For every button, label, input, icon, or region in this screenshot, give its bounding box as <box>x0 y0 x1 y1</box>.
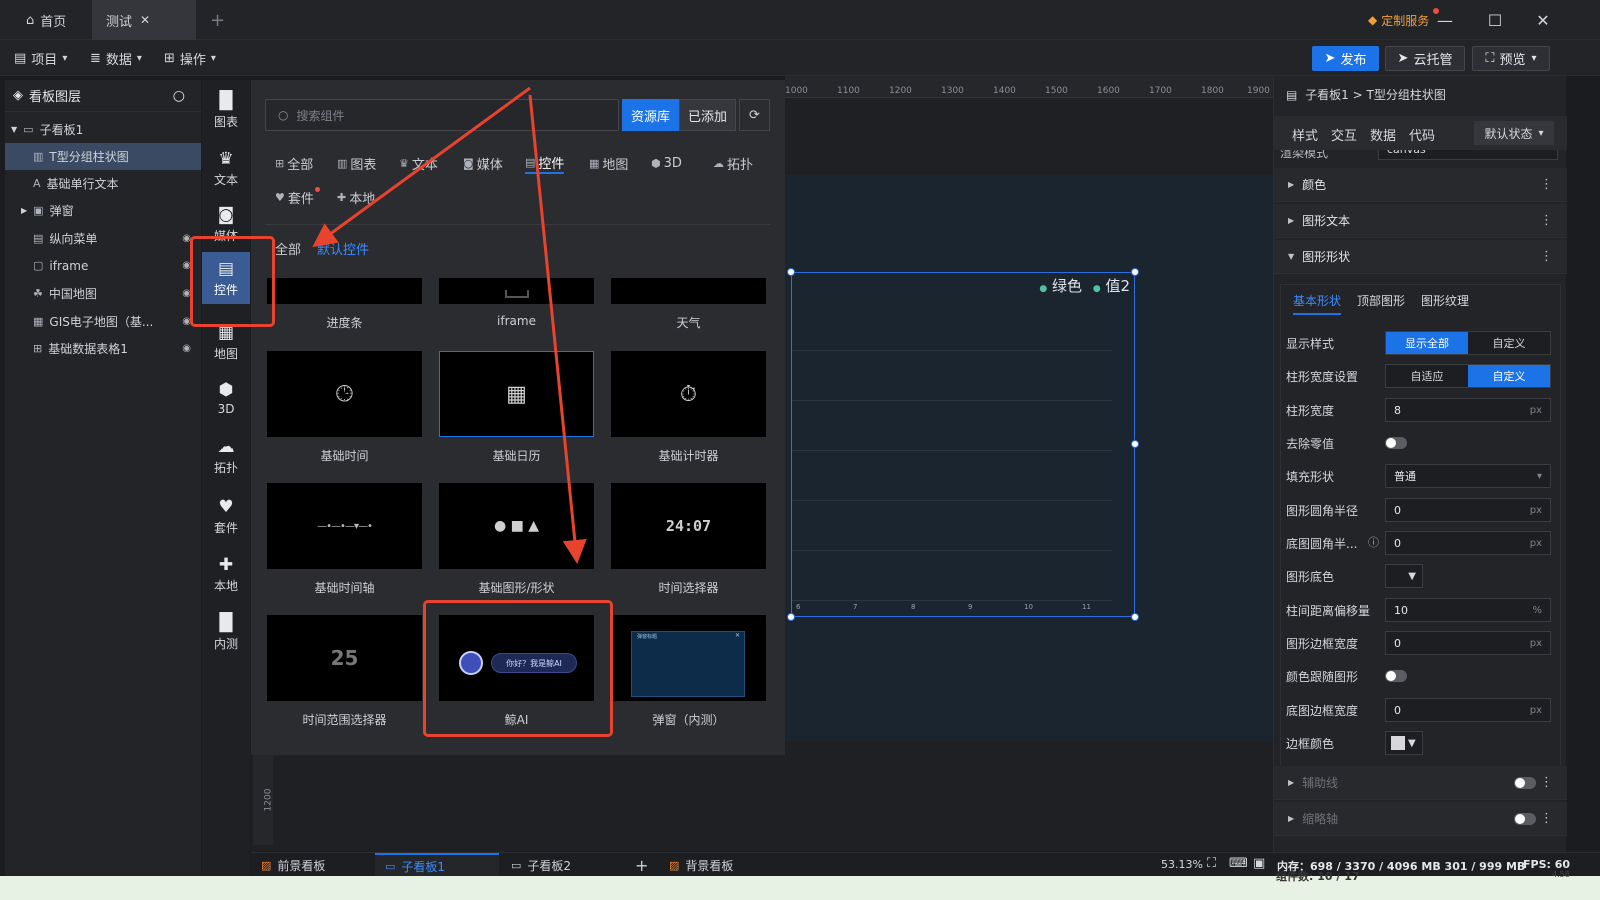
arrow-to-whale-ai <box>528 94 587 564</box>
arrow-to-default-controls <box>312 86 531 248</box>
annotation-arrows <box>312 86 587 564</box>
